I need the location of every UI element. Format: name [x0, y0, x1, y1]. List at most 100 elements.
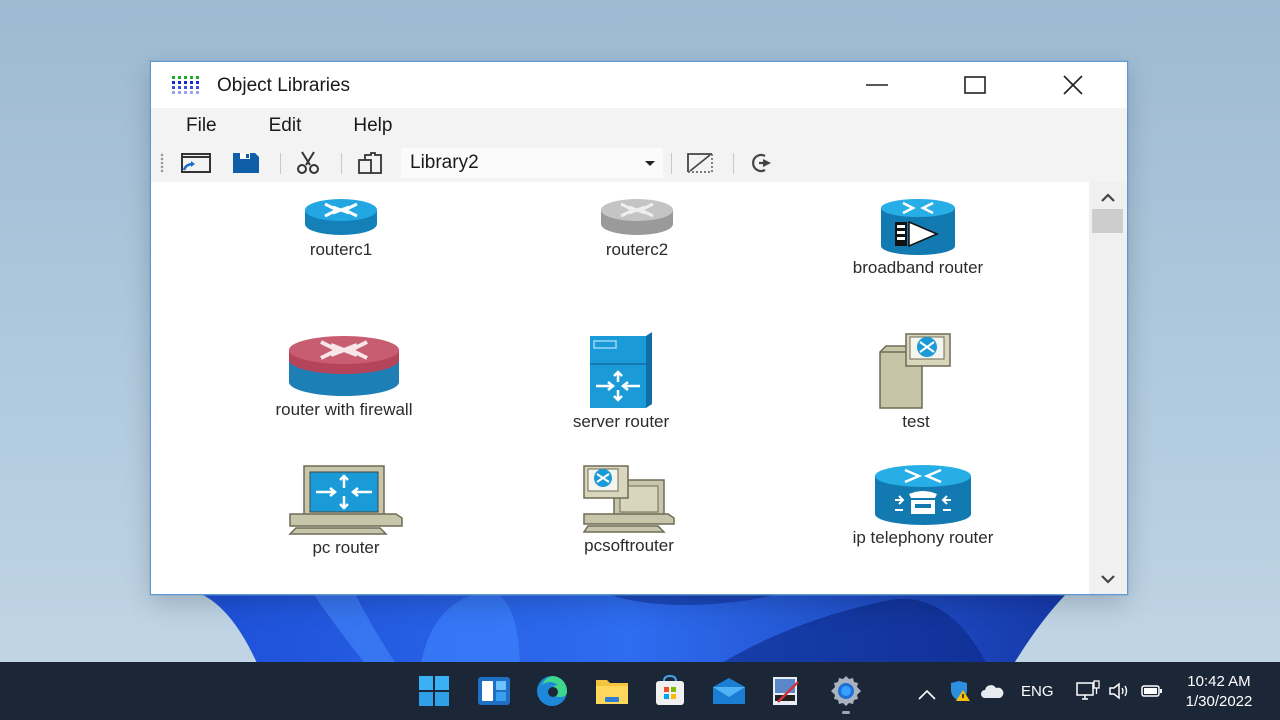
taskbar-start-button[interactable] [416, 674, 452, 708]
library-item-label: routerc2 [605, 240, 669, 259]
widgets-icon [478, 677, 510, 705]
library-item[interactable]: ip telephony router [818, 464, 1028, 548]
library-item-label: pcsoftrouter [584, 536, 674, 555]
library-item-label: broadband router [852, 258, 984, 277]
menu-bar: File Edit Help [151, 108, 1127, 144]
resize-diagonal-icon [687, 153, 713, 173]
taskbar-mail-button[interactable] [711, 674, 747, 708]
broadband-router-icon [881, 199, 955, 255]
windows-start-icon [419, 676, 449, 706]
server-router-icon [590, 332, 652, 408]
vertical-scrollbar[interactable] [1089, 182, 1127, 594]
chevron-up-icon [918, 690, 936, 700]
volume-tray-button[interactable] [1108, 680, 1130, 702]
library-item-label: ip telephony router [852, 528, 994, 547]
toolbar-separator [671, 153, 672, 174]
library-item[interactable]: routerc1 [261, 198, 421, 260]
pc-soft-router-icon [582, 465, 675, 533]
library-item[interactable]: broadband router [818, 198, 1018, 278]
maximize-icon [964, 76, 986, 94]
taskbar-store-button[interactable] [652, 674, 688, 708]
minimize-icon [866, 84, 888, 86]
toolbar: Library2 [151, 144, 1127, 182]
minimize-button[interactable] [829, 62, 925, 108]
library-item[interactable]: routerc2 [557, 198, 717, 260]
grid-app-icon [172, 76, 199, 94]
clock-time: 10:42 AM [1187, 673, 1251, 690]
menu-file[interactable]: File [175, 111, 223, 141]
gear-icon [831, 676, 861, 706]
onedrive-tray-button[interactable] [980, 680, 1004, 702]
router-blue-icon [305, 199, 377, 235]
paint-icon [773, 677, 799, 705]
object-libraries-window: Object Libraries File Edit Help Library2… [150, 61, 1128, 595]
title-bar[interactable]: Object Libraries [151, 62, 1127, 108]
firewall-router-icon [289, 336, 399, 396]
language-indicator[interactable]: ENG [1021, 683, 1054, 700]
library-item[interactable]: server router [541, 332, 701, 432]
library-item[interactable]: pc router [266, 464, 426, 558]
scroll-up-button[interactable] [1089, 184, 1127, 210]
taskbar-paint-button[interactable] [768, 674, 804, 708]
edit-object-button[interactable] [683, 150, 717, 176]
library-item[interactable]: pcsoftrouter [549, 464, 709, 556]
toolbar-separator [280, 153, 281, 174]
ip-telephony-router-icon [875, 465, 971, 525]
taskbar-widgets-button[interactable] [476, 674, 512, 708]
mail-icon [713, 678, 745, 704]
tower-router-icon [879, 333, 951, 409]
refresh-button[interactable] [745, 150, 779, 176]
chevron-down-icon [1101, 574, 1115, 584]
library-item[interactable]: router with firewall [244, 332, 444, 420]
menu-edit[interactable]: Edit [258, 111, 308, 141]
taskbar: ENG 10:42 AM 1/30/2022 [0, 662, 1280, 720]
scroll-down-button[interactable] [1089, 566, 1127, 592]
toolbar-separator [733, 153, 734, 174]
taskbar-settings-button[interactable] [828, 674, 864, 714]
scissors-icon [297, 151, 319, 174]
shield-warning-icon [951, 681, 970, 701]
network-wired-icon [1076, 680, 1100, 700]
toolbar-separator [341, 153, 342, 174]
chevron-up-icon [1101, 192, 1115, 202]
battery-tray-button[interactable] [1141, 680, 1163, 702]
toolbar-grip[interactable] [160, 153, 164, 173]
clock-date: 1/30/2022 [1185, 693, 1253, 710]
maximize-button[interactable] [927, 62, 1023, 108]
save-button[interactable] [229, 150, 263, 176]
library-item-label: test [902, 412, 930, 431]
open-window-icon [181, 153, 211, 173]
clipboard-icon [358, 152, 382, 174]
menu-help[interactable]: Help [342, 111, 398, 141]
taskbar-edge-button[interactable] [534, 674, 570, 708]
security-tray-button[interactable] [949, 680, 971, 702]
window-title: Object Libraries [217, 75, 351, 96]
library-objects-panel: routerc1 routerc2 broadband router route… [151, 182, 1089, 594]
redo-arrow-icon [752, 153, 771, 173]
library-select[interactable]: Library2 [401, 148, 663, 178]
close-icon [1063, 75, 1083, 95]
show-hidden-icons-button[interactable] [918, 684, 936, 706]
library-item-label: server router [572, 412, 670, 431]
library-item-label: pc router [312, 538, 380, 557]
cut-button[interactable] [291, 150, 325, 176]
store-icon [656, 675, 684, 705]
network-tray-button[interactable] [1076, 680, 1100, 702]
scroll-thumb[interactable] [1092, 209, 1123, 233]
taskbar-file-explorer-button[interactable] [594, 674, 630, 708]
clock[interactable]: 10:42 AM 1/30/2022 [1180, 672, 1258, 712]
library-item[interactable]: test [856, 332, 976, 432]
library-item-label: router with firewall [275, 400, 413, 419]
library-select-value: Library2 [410, 152, 479, 173]
library-item-label: routerc1 [309, 240, 373, 259]
cloud-icon [981, 685, 1004, 698]
battery-icon [1141, 685, 1162, 697]
folder-icon [596, 680, 628, 704]
close-button[interactable] [1025, 62, 1121, 108]
chevron-down-icon [645, 161, 655, 166]
pc-router-icon [288, 465, 403, 535]
copy-button[interactable] [353, 150, 387, 176]
open-library-button[interactable] [179, 150, 213, 176]
speaker-icon [1109, 682, 1128, 700]
edge-browser-icon [537, 676, 567, 706]
